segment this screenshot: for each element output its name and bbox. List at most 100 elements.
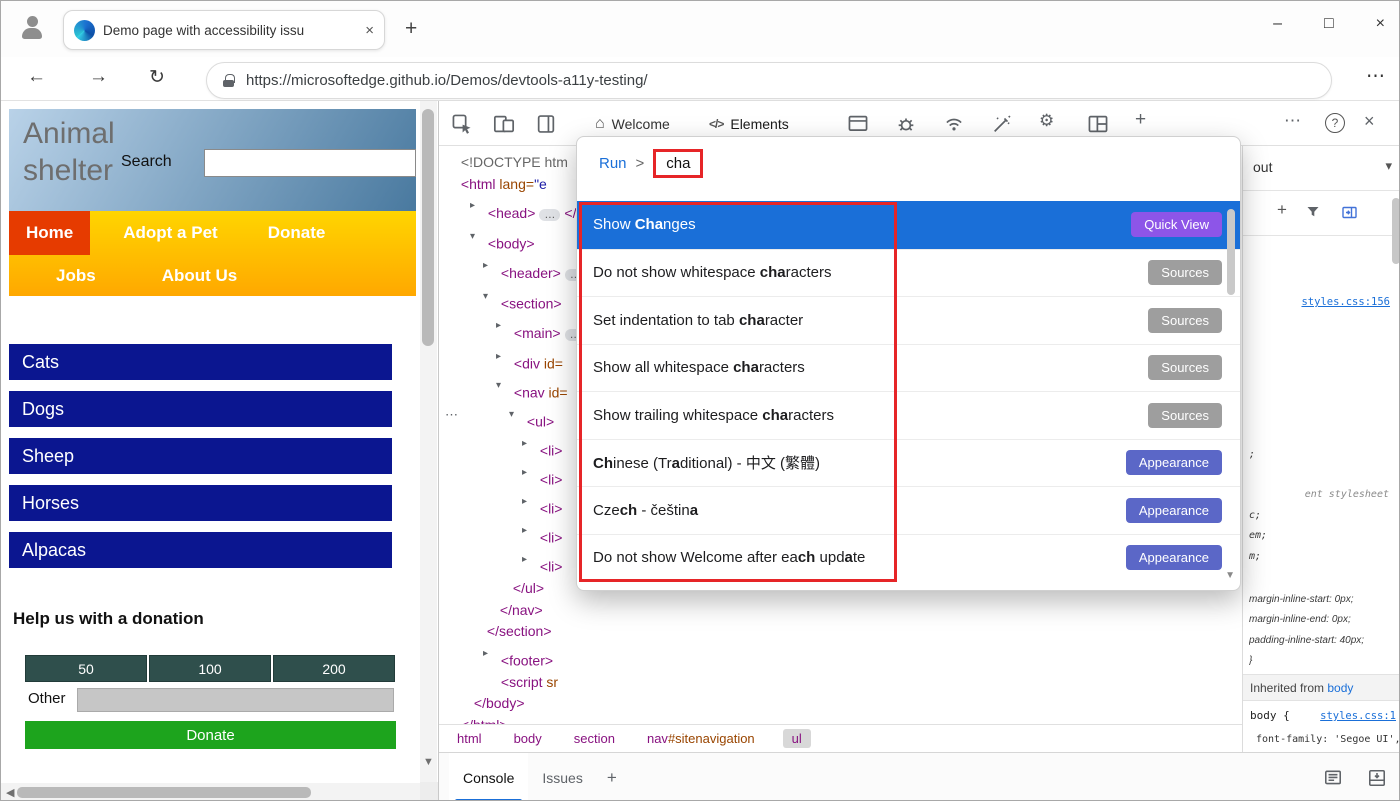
chevron-down-icon[interactable]: ▾ [1385, 158, 1392, 174]
scroll-left-icon[interactable]: ◀ [6, 786, 14, 799]
expand-arrow-icon[interactable]: ▸ [496, 346, 510, 368]
forward-button[interactable]: → [89, 66, 108, 88]
layout-icon[interactable] [1087, 113, 1109, 135]
browser-tab[interactable]: Demo page with accessibility issu × [63, 10, 385, 50]
command-item[interactable]: Set indentation to tab character Sources [577, 296, 1240, 344]
page-horizontal-scrollbar[interactable]: ◀ [1, 783, 438, 801]
donate-button[interactable]: Donate [25, 721, 396, 749]
network-signal-icon[interactable] [943, 113, 965, 135]
expand-arrow-icon[interactable]: ▸ [496, 315, 510, 337]
styles-tab-label[interactable]: out [1253, 159, 1272, 175]
expand-arrow-icon[interactable]: ▸ [483, 255, 497, 277]
command-item[interactable]: Chinese (Traditional) - 中文 (繁體) Appearan… [577, 439, 1240, 487]
expand-arrow-icon[interactable]: ▸ [522, 549, 536, 571]
add-drawer-tab-icon[interactable]: + [597, 753, 627, 801]
amount-button[interactable]: 50 [25, 655, 147, 682]
breadcrumb-item[interactable]: nav#sitenavigation [643, 729, 759, 748]
styles-scroll-thumb[interactable] [1392, 198, 1400, 264]
horizontal-scroll-thumb[interactable] [17, 787, 311, 798]
category-button[interactable]: Sheep [9, 438, 392, 474]
expand-arrow-icon[interactable]: ▾ [470, 226, 484, 248]
amount-button[interactable]: 100 [149, 655, 271, 682]
command-item[interactable]: Do not show Welcome after each update Ap… [577, 534, 1240, 582]
expand-arrow-icon[interactable]: ▸ [522, 433, 536, 455]
scroll-down-icon[interactable]: ▼ [423, 756, 434, 768]
expand-arrow-icon[interactable]: ▸ [483, 643, 497, 665]
css-line[interactable]: margin-inline-end: 0px; [1249, 610, 1400, 630]
minimize-button[interactable]: – [1273, 15, 1282, 33]
command-item[interactable]: Show Changes Quick View [577, 201, 1240, 249]
expand-arrow-icon[interactable]: ▸ [522, 462, 536, 484]
device-emulation-icon[interactable] [493, 113, 515, 135]
nav-link[interactable]: Adopt a Pet [106, 211, 234, 255]
dock-bottom-icon[interactable] [1367, 768, 1387, 788]
maximize-button[interactable]: □ [1324, 15, 1334, 33]
dom-tree-node[interactable]: ⋯ </section> [439, 621, 1242, 643]
dom-tree-node[interactable]: ⋯ <script sr [439, 672, 1242, 694]
css-property-line[interactable]: font-family: 'Segoe UI', Tahoma [1256, 734, 1400, 745]
breadcrumb-item[interactable]: ul [783, 729, 811, 748]
add-tools-icon[interactable]: + [1135, 109, 1146, 131]
dom-tree-node[interactable]: ⋯ </nav> [439, 600, 1242, 622]
amount-button[interactable]: 200 [273, 655, 395, 682]
dom-tree-node[interactable]: ⋯ ▸ <footer> [439, 643, 1242, 672]
expand-arrow-icon[interactable]: ▾ [509, 404, 523, 426]
stylesheet-link[interactable]: styles.css:156 [1301, 296, 1390, 308]
new-style-rule-icon[interactable]: + [1277, 200, 1287, 220]
category-button[interactable]: Horses [9, 485, 392, 521]
profile-avatar[interactable] [15, 13, 49, 45]
devtools-close-icon[interactable]: × [1364, 111, 1375, 132]
browser-menu-icon[interactable]: ⋯ [1366, 65, 1385, 88]
other-amount-input[interactable] [77, 688, 394, 712]
command-item[interactable]: Show all whitespace characters Sources [577, 344, 1240, 392]
nav-link[interactable]: Home [9, 211, 90, 255]
expand-arrow-icon[interactable]: ▸ [522, 520, 536, 542]
nav-link[interactable]: Donate [251, 211, 343, 255]
category-button[interactable]: Dogs [9, 391, 392, 427]
css-line[interactable]: margin-inline-start: 0px; [1249, 590, 1400, 610]
tab-close-icon[interactable]: × [365, 22, 374, 39]
category-button[interactable]: Cats [9, 344, 392, 380]
filter-funnel-icon[interactable] [1305, 204, 1323, 222]
search-input[interactable] [204, 149, 416, 177]
palette-scroll-down-icon[interactable]: ▼ [1225, 570, 1235, 581]
bug-icon[interactable] [895, 113, 917, 135]
window-close-button[interactable]: × [1376, 15, 1385, 33]
open-quick-view-icon[interactable] [1341, 204, 1359, 222]
wand-icon[interactable] [991, 113, 1013, 135]
devtools-more-icon[interactable]: ⋯ [1284, 111, 1301, 131]
breadcrumb-item[interactable]: section [570, 729, 619, 748]
help-icon[interactable]: ? [1325, 113, 1345, 133]
page-vertical-scrollbar[interactable]: ▼ [420, 101, 437, 782]
tab-issues[interactable]: Issues [528, 753, 596, 801]
command-input[interactable]: cha [653, 149, 703, 178]
new-tab-button[interactable]: + [405, 17, 417, 41]
tab-console[interactable]: Console [449, 753, 528, 801]
inherited-body-link[interactable]: body [1327, 681, 1353, 695]
command-item[interactable]: Show trailing whitespace characters Sour… [577, 391, 1240, 439]
dom-tree-node[interactable]: ⋯ </html> [439, 715, 1242, 725]
refresh-button[interactable]: ↻ [149, 66, 165, 89]
breadcrumb-item[interactable]: html [453, 729, 486, 748]
palette-scroll-thumb[interactable] [1227, 209, 1235, 295]
settings-gear-icon[interactable]: ⚙ [1039, 111, 1054, 131]
css-line[interactable]: padding-inline-start: 40px; [1249, 631, 1400, 651]
breadcrumb-item[interactable]: body [510, 729, 546, 748]
expand-arrow-icon[interactable]: ▾ [483, 286, 497, 308]
feedback-icon[interactable] [1323, 768, 1343, 788]
dock-panel-icon[interactable] [535, 113, 557, 135]
expand-arrow-icon[interactable]: ▸ [522, 491, 536, 513]
stylesheet-link[interactable]: styles.css:1 [1320, 710, 1396, 722]
address-input[interactable]: https://microsoftedge.github.io/Demos/de… [206, 62, 1332, 99]
nav-link[interactable]: Jobs [39, 266, 113, 286]
window-panel-icon[interactable] [847, 113, 869, 135]
node-actions-icon[interactable]: ⋯ [445, 404, 459, 426]
back-button[interactable]: ← [27, 66, 46, 88]
category-button[interactable]: Alpacas [9, 532, 392, 568]
inspect-icon[interactable] [451, 113, 473, 135]
dom-tree-node[interactable]: ⋯ </body> [439, 693, 1242, 715]
expand-arrow-icon[interactable]: ▾ [496, 375, 510, 397]
vertical-scroll-thumb[interactable] [422, 109, 434, 346]
command-item[interactable]: Czech - čeština Appearance [577, 486, 1240, 534]
nav-link[interactable]: About Us [145, 266, 255, 286]
